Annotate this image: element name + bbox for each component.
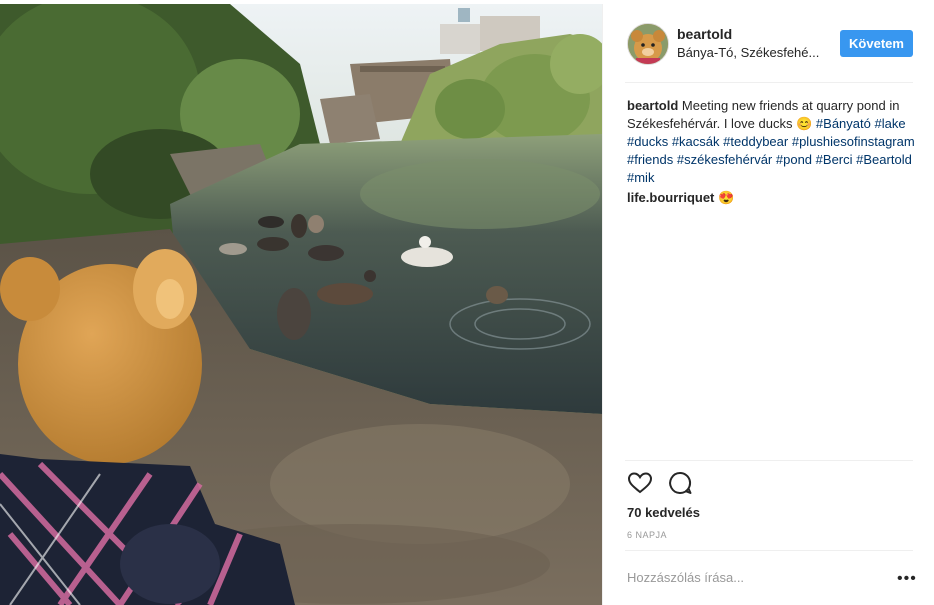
likes-count[interactable]: 70 kedvelés [627,505,700,520]
hashtag-link[interactable]: #friends [627,152,673,167]
hashtag-link[interactable]: #Berci [816,152,853,167]
photo-illustration [0,4,602,605]
actions-divider [625,460,913,461]
post-header: beartold Bánya-Tó, Székesfehé... Követem [603,4,934,82]
follow-button[interactable]: Követem [840,30,913,57]
location-link[interactable]: Bánya-Tó, Székesfehé... [677,45,827,60]
add-comment-input[interactable]: Hozzászólás írása... [627,570,744,585]
hashtag-link[interactable]: #ducks [627,134,668,149]
avatar-image [628,24,668,64]
hashtag-link[interactable]: #teddybear [723,134,788,149]
hashtag-link[interactable]: #pond [776,152,812,167]
more-options-button[interactable]: ••• [897,570,917,588]
post-window: beartold Bánya-Tó, Székesfehé... Követem… [0,0,934,605]
comment-username[interactable]: life.bourriquet [627,190,714,205]
hashtag-link[interactable]: #Beartold [856,152,912,167]
smile-emoji: 😊 [796,116,813,131]
header-divider [625,82,913,83]
hashtag-link[interactable]: #székesfehérvár [677,152,772,167]
username[interactable]: beartold [677,26,732,42]
avatar[interactable] [627,23,669,65]
post-photo[interactable] [0,4,602,605]
hashtag-link[interactable]: #plushiesofinstagram [792,134,915,149]
post-timestamp: 6 NAPJA [627,530,668,540]
comment-divider [625,550,913,551]
comment-icon[interactable] [667,470,693,496]
post-side-panel: beartold Bánya-Tó, Székesfehé... Követem… [602,4,934,605]
caption-username[interactable]: beartold [627,98,678,113]
heart-icon[interactable] [627,470,653,496]
hashtag-link[interactable]: #kacsák [672,134,720,149]
heart-eyes-emoji: 😍 [718,190,735,205]
hashtag-link[interactable]: #Bányató [816,116,871,131]
post-caption: beartold Meeting new friends at quarry p… [627,97,919,187]
comment-row: life.bourriquet 😍 [627,190,734,206]
hashtag-link[interactable]: #mik [627,170,654,185]
hashtag-link[interactable]: #lake [874,116,905,131]
